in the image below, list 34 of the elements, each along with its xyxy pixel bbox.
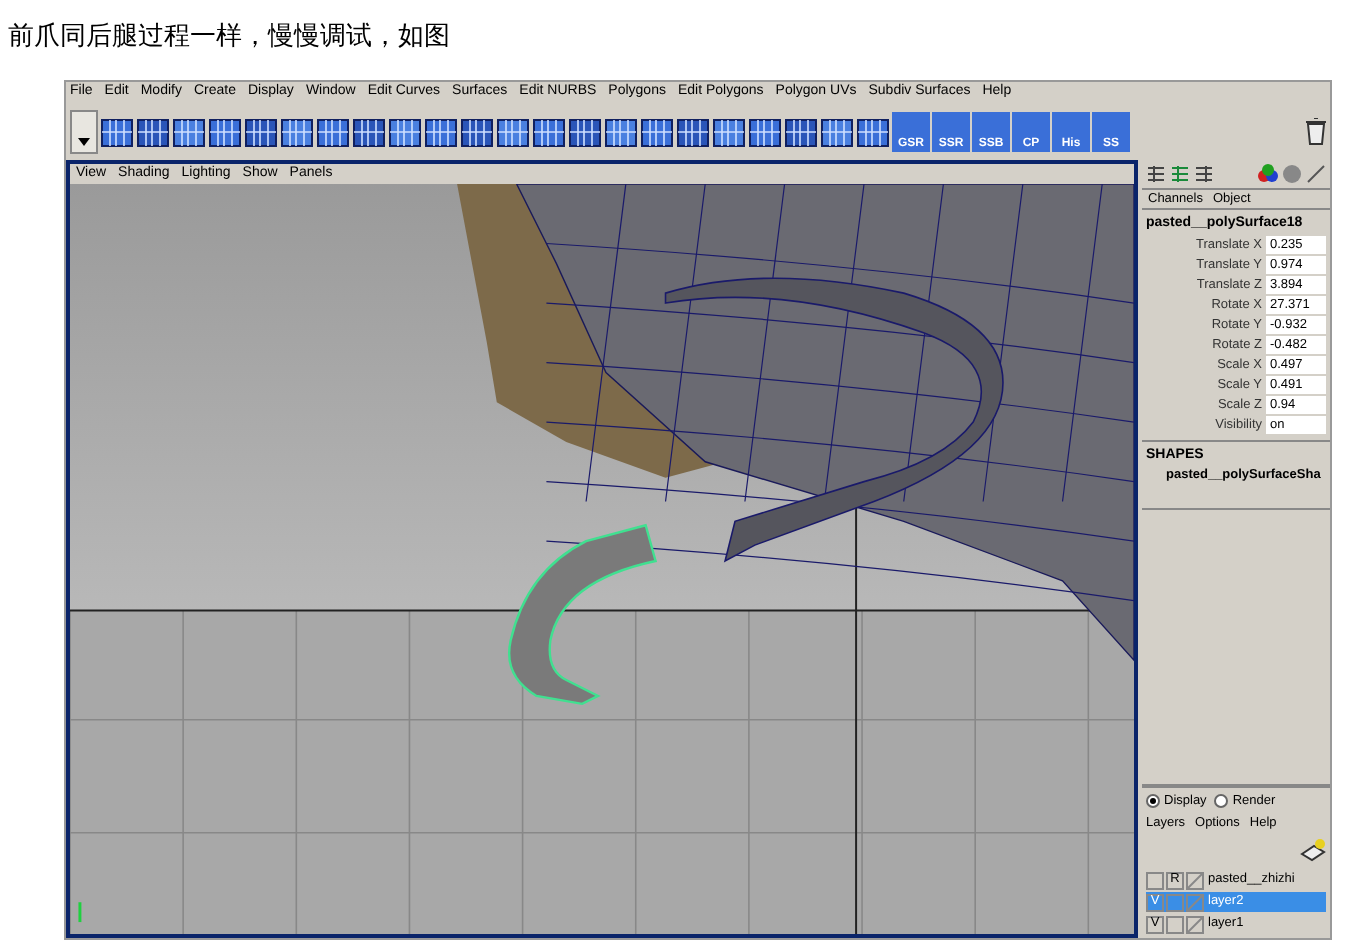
caret-icon [78,138,90,146]
shelf-tool-icon[interactable] [352,115,386,149]
shelf-tool-icon[interactable] [136,115,170,149]
shelf-tool-icon[interactable] [676,115,710,149]
shelf-tool-icon[interactable] [640,115,674,149]
color-swatch-icon[interactable] [1186,893,1204,911]
color-swatch-icon[interactable] [1186,915,1204,933]
shelf-tool-icon[interactable] [604,115,638,149]
shelf-tool-icon[interactable] [100,115,134,149]
radio-button[interactable] [1146,793,1160,808]
shelf-tool-icon[interactable] [424,115,458,149]
shelf-tool-icon[interactable] [280,115,314,149]
trash-icon[interactable] [1306,118,1326,146]
shelf-tool-icon[interactable] [244,115,278,149]
shelf-tool-icon[interactable] [496,115,530,149]
radio-button[interactable] [1214,793,1229,808]
color-icon[interactable] [1258,164,1278,184]
shelf-tool-icon[interactable] [712,115,746,149]
shelf-tool-icon[interactable] [856,115,890,149]
shelf-tool-icon[interactable] [784,115,818,149]
shelf-dropdown[interactable] [70,110,98,154]
shelf-tool-icon[interactable] [568,115,602,149]
shelf-tool-icon[interactable] [208,115,242,149]
caption: 前爪同后腿过程一样，慢慢调试，如图 [6,18,452,54]
shelf-tool-icon[interactable] [820,115,854,149]
new-layer-icon[interactable] [1300,838,1326,862]
shelf-tool-icon[interactable] [460,115,494,149]
shelf-tool-icon[interactable] [748,115,782,149]
shelf-tool-icon[interactable] [388,115,422,149]
color-swatch-icon[interactable] [1186,871,1204,889]
shelf-tool-icon[interactable] [172,115,206,149]
visibility-toggle[interactable] [1146,871,1164,889]
shelf-tool-icon[interactable] [316,115,350,149]
shelf-tool-icon[interactable] [532,115,566,149]
